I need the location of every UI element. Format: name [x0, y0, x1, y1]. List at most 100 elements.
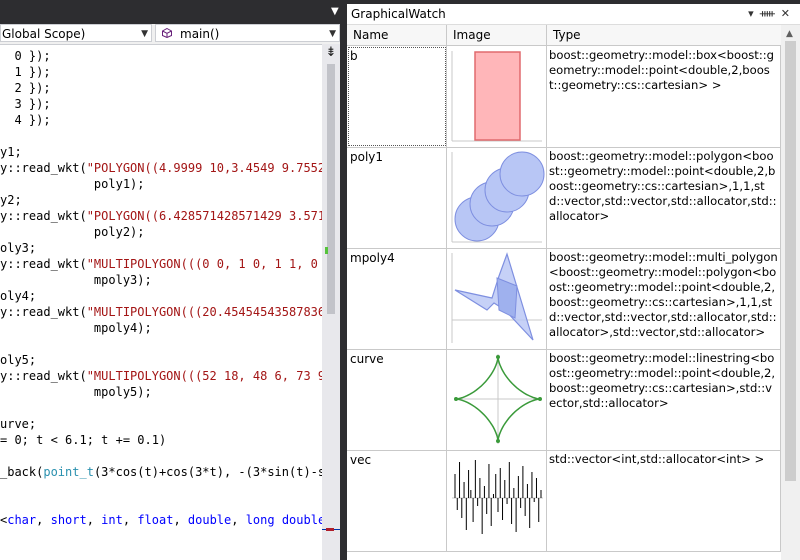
watch-row[interactable]: vec std::vector<int,std::allocator<int> > — [347, 450, 781, 552]
code-line[interactable]: y::read_wkt("MULTIPOLYGON(((0 0, 1 0, 1 … — [0, 256, 322, 272]
function-dropdown[interactable]: main() ▼ — [155, 24, 340, 42]
watch-name-cell[interactable]: curve — [347, 349, 447, 450]
code-line[interactable]: poly1); — [0, 176, 145, 192]
code-editor[interactable]: Global Scope) ▼ main() ▼ 0 }); 1 }); 2 }… — [0, 24, 340, 560]
code-token: (3*cos(t)+cos(3*t), -(3*sin(t)-si — [93, 465, 322, 479]
code-line[interactable]: y2; — [0, 192, 22, 208]
geometry-preview — [451, 51, 542, 142]
column-header-image[interactable]: Image — [447, 25, 547, 45]
code-line[interactable]: poly2); — [0, 224, 145, 240]
code-token: point_t — [43, 465, 94, 479]
panel-menu-icon[interactable]: ▾ — [748, 7, 760, 20]
code-token: "POLYGON((4.9999 10,3.4549 9.7552, — [86, 161, 322, 175]
curve-cusp — [496, 439, 500, 443]
watch-type-cell: boost::geometry::model::multi_polygon<bo… — [547, 248, 781, 349]
code-token: y2; — [0, 193, 22, 207]
code-token: , — [86, 513, 102, 527]
code-line[interactable]: y::read_wkt("MULTIPOLYGON(((52 18, 48 6,… — [0, 368, 322, 384]
watch-image-cell — [447, 450, 547, 551]
column-header-type[interactable]: Type — [547, 25, 781, 45]
code-token: , — [36, 513, 51, 527]
code-token: float — [137, 513, 174, 527]
function-dropdown-label: main() — [180, 27, 220, 41]
watch-name-cell[interactable]: b — [347, 46, 447, 147]
code-token: short — [50, 513, 87, 527]
code-line[interactable]: urve; — [0, 416, 36, 432]
code-line[interactable]: _back(point_t(3*cos(t)+cos(3*t), -(3*sin… — [0, 464, 322, 480]
code-token: mpoly5); — [0, 385, 152, 399]
code-area[interactable]: 0 }); 1 }); 2 }); 3 }); 4 }); y1; y::read_… — [0, 44, 322, 560]
code-token: 1 }); — [0, 65, 51, 79]
code-line[interactable]: 0 }); — [0, 48, 51, 64]
watch-name-cell[interactable]: vec — [347, 450, 447, 551]
geometry-preview — [451, 252, 542, 343]
code-line[interactable]: mpoly4); — [0, 320, 152, 336]
code-token: "MULTIPOLYGON(((0 0, 1 0, 1 1, 0 1 — [86, 257, 322, 271]
code-token: , — [231, 513, 246, 527]
code-line[interactable]: 1 }); — [0, 64, 51, 80]
breakpoint-marker — [326, 528, 334, 531]
panel-scrollbar-thumb[interactable] — [785, 41, 796, 481]
code-token: int — [101, 513, 123, 527]
code-line[interactable]: 3 }); — [0, 96, 51, 112]
navigation-bar: Global Scope) ▼ main() ▼ — [0, 24, 340, 45]
code-line[interactable]: 2 }); — [0, 80, 50, 96]
watch-row[interactable]: mpoly4 boost::geometry::model::multi_poly… — [347, 248, 781, 350]
code-line[interactable]: = 0; t < 6.1; t += 0.1) — [0, 432, 166, 448]
code-line[interactable]: <char, short, int, float, double, long d… — [0, 512, 322, 528]
code-line[interactable]: y::read_wkt("MULTIPOLYGON(((20.454545435… — [0, 304, 322, 320]
panel-scrollbar[interactable]: ▲ — [781, 25, 800, 560]
code-token: = 0; t < 6.1; t += 0.1) — [0, 433, 167, 447]
code-token: y::read_wkt( — [0, 257, 87, 271]
watch-grid: Name Image Type b boost::geometry::model:… — [347, 25, 781, 560]
code-line[interactable]: 4 }); — [0, 112, 50, 128]
watch-row[interactable]: poly1 boost::geometry::model::polygon<boo… — [347, 147, 781, 249]
code-line[interactable]: y::read_wkt("POLYGON((4.9999 10,3.4549 9… — [0, 160, 322, 176]
function-cube-icon — [162, 28, 172, 38]
code-line[interactable]: y1; — [0, 144, 22, 160]
panel-window-buttons[interactable]: ▾ᚔ✕ — [748, 4, 796, 24]
watch-name-cell[interactable]: poly1 — [347, 147, 447, 248]
watch-row[interactable]: curve boost::geometry::model::linestring<… — [347, 349, 781, 451]
code-token: 3 }); — [0, 97, 51, 111]
code-token: y::read_wkt( — [0, 305, 87, 319]
scope-dropdown[interactable]: Global Scope) ▼ — [0, 24, 152, 42]
code-token: double — [187, 513, 232, 527]
watch-row[interactable]: b boost::geometry::model::box<boost::geom… — [347, 46, 781, 148]
code-token: char — [7, 513, 37, 527]
code-line[interactable]: mpoly3); — [0, 272, 152, 288]
code-line[interactable]: oly5; — [0, 352, 36, 368]
code-line[interactable]: oly4; — [0, 288, 36, 304]
split-window-icon[interactable]: ⇟ — [324, 46, 338, 60]
dropdown-arrow-icon[interactable]: ▼ — [331, 6, 339, 17]
code-line[interactable]: y::read_wkt("POLYGON((6.428571428571429 … — [0, 208, 322, 224]
watch-type-cell: boost::geometry::model::linestring<boost… — [547, 349, 781, 450]
curve-cusp — [538, 397, 542, 401]
code-token: oly3; — [0, 241, 37, 255]
column-header-name[interactable]: Name — [347, 25, 447, 45]
scroll-up-icon[interactable]: ▲ — [786, 29, 793, 39]
code-token: _back( — [0, 465, 44, 479]
code-token: , — [173, 513, 188, 527]
code-token: mpoly3); — [0, 273, 152, 287]
chevron-down-icon: ▼ — [141, 29, 148, 39]
box-shape — [474, 51, 521, 141]
watch-name-cell[interactable]: mpoly4 — [347, 248, 447, 349]
watch-type-cell: std::vector<int,std::allocator<int> > — [547, 450, 781, 551]
close-icon[interactable]: ✕ — [781, 7, 796, 20]
code-token: y::read_wkt( — [0, 369, 87, 383]
editor-scrollbar[interactable]: ⇟ — [322, 44, 340, 560]
grid-header: Name Image Type — [347, 25, 781, 46]
code-token: y::read_wkt( — [0, 161, 87, 175]
change-marker — [325, 247, 328, 254]
multipolygon-shape — [454, 252, 534, 341]
code-line[interactable]: mpoly5); — [0, 384, 152, 400]
code-token: "POLYGON((6.428571428571429 3.5714 — [86, 209, 322, 223]
scrollbar-thumb[interactable] — [327, 64, 335, 314]
pin-icon[interactable]: ᚔ — [760, 7, 781, 20]
code-token: 0 }); — [0, 49, 51, 63]
code-line[interactable]: oly3; — [0, 240, 36, 256]
polygon-lobe — [499, 151, 545, 197]
code-token: , — [122, 513, 138, 527]
code-token: y1; — [0, 145, 22, 159]
